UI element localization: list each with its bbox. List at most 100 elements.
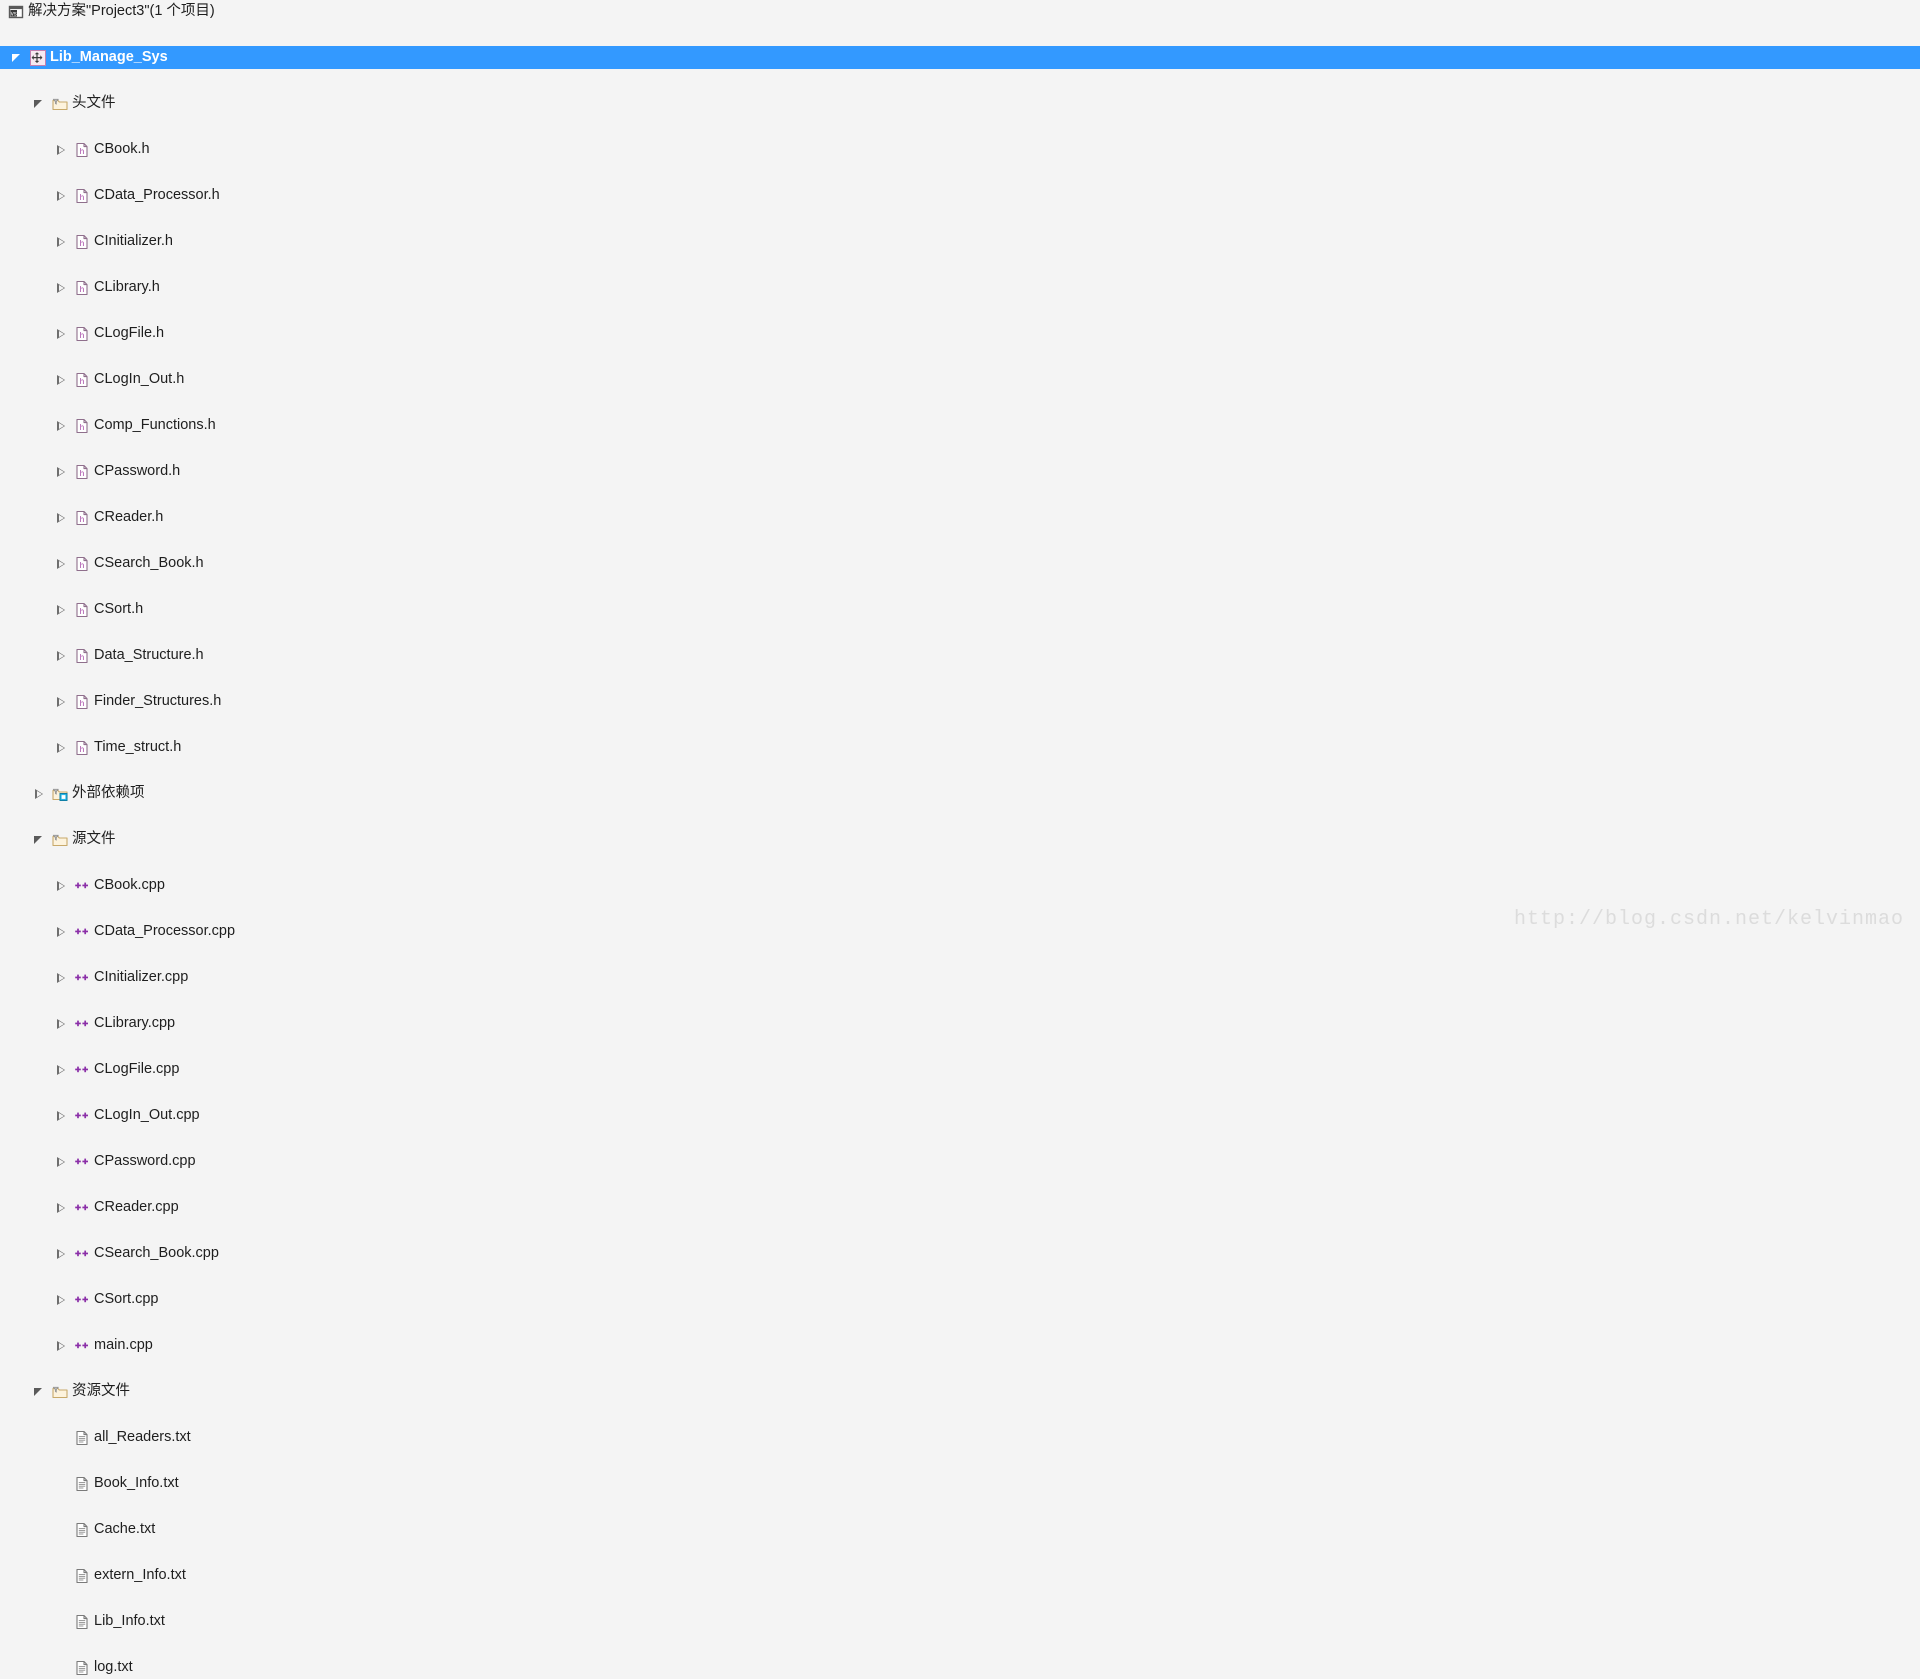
chevron-right-icon[interactable]	[54, 322, 70, 345]
chevron-down-icon[interactable]	[32, 92, 48, 115]
chevron-right-icon[interactable]	[54, 230, 70, 253]
tree-item[interactable]: 外部依赖项	[0, 782, 1920, 805]
chevron-down-icon[interactable]	[32, 828, 48, 851]
chevron-right-icon[interactable]	[54, 1104, 70, 1127]
chevron-right-icon[interactable]	[54, 874, 70, 897]
tree-item[interactable]: h CSearch_Book.h	[0, 552, 1920, 575]
chevron-right-icon[interactable]	[54, 1012, 70, 1035]
tree-item[interactable]: h CPassword.h	[0, 460, 1920, 483]
tree-item[interactable]: 源文件	[0, 828, 1920, 851]
chevron-right-icon[interactable]	[54, 1058, 70, 1081]
chevron-right-icon[interactable]	[54, 460, 70, 483]
tree-item[interactable]: Book_Info.txt	[0, 1472, 1920, 1495]
chevron-right-icon[interactable]	[54, 690, 70, 713]
tree-item[interactable]: vs 解决方案"Project3"(1 个项目)	[0, 0, 1920, 23]
tree-item-label: CInitializer.cpp	[94, 969, 189, 985]
tree-item[interactable]: 资源文件	[0, 1380, 1920, 1403]
tree-item-label: CLogIn_Out.h	[94, 371, 185, 387]
tree-item-label: CReader.h	[94, 509, 164, 525]
tree-item-label: all_Readers.txt	[94, 1429, 191, 1445]
chevron-right-icon[interactable]	[54, 966, 70, 989]
tree-item[interactable]: h Finder_Structures.h	[0, 690, 1920, 713]
tree-item-label: CSort.cpp	[94, 1291, 159, 1307]
tree-item-label: CBook.h	[94, 141, 150, 157]
cpp-file-icon	[74, 1200, 90, 1216]
solution-explorer-tree[interactable]: vs 解决方案"Project3"(1 个项目) Lib_Manage_Sys 头文件…	[0, 0, 1920, 1676]
tree-item-label: CSearch_Book.cpp	[94, 1245, 219, 1261]
chevron-right-icon[interactable]	[54, 552, 70, 575]
chevron-right-icon[interactable]	[54, 644, 70, 667]
svg-text:h: h	[80, 607, 84, 616]
chevron-right-icon[interactable]	[54, 1242, 70, 1265]
header-file-icon: h	[74, 372, 90, 388]
header-file-icon: h	[74, 648, 90, 664]
solution-icon: vs	[8, 4, 24, 20]
chevron-right-icon[interactable]	[54, 414, 70, 437]
chevron-right-icon[interactable]	[54, 1334, 70, 1357]
chevron-right-icon[interactable]	[54, 276, 70, 299]
tree-item-label: log.txt	[94, 1659, 133, 1675]
tree-item-label: Lib_Manage_Sys	[50, 49, 168, 65]
tree-item[interactable]: CLogFile.cpp	[0, 1058, 1920, 1081]
cpp-file-icon	[74, 970, 90, 986]
chevron-right-icon[interactable]	[54, 1196, 70, 1219]
tree-item[interactable]: h Data_Structure.h	[0, 644, 1920, 667]
tree-item-label: CReader.cpp	[94, 1199, 179, 1215]
tree-item[interactable]: CReader.cpp	[0, 1196, 1920, 1219]
tree-item[interactable]: all_Readers.txt	[0, 1426, 1920, 1449]
tree-item[interactable]: Lib_Manage_Sys	[0, 46, 1920, 69]
tree-item[interactable]: extern_Info.txt	[0, 1564, 1920, 1587]
svg-text:h: h	[80, 561, 84, 570]
svg-text:h: h	[80, 147, 84, 156]
chevron-right-icon[interactable]	[54, 1150, 70, 1173]
tree-item[interactable]: h CLogFile.h	[0, 322, 1920, 345]
tree-item[interactable]: h Time_struct.h	[0, 736, 1920, 759]
chevron-right-icon[interactable]	[54, 598, 70, 621]
header-file-icon: h	[74, 694, 90, 710]
chevron-right-icon[interactable]	[54, 920, 70, 943]
tree-item[interactable]: main.cpp	[0, 1334, 1920, 1357]
tree-item[interactable]: Cache.txt	[0, 1518, 1920, 1541]
tree-item[interactable]: 头文件	[0, 92, 1920, 115]
tree-item-label: 头文件	[72, 95, 116, 111]
tree-item[interactable]: h CBook.h	[0, 138, 1920, 161]
tree-item[interactable]: h CData_Processor.h	[0, 184, 1920, 207]
tree-item-label: 资源文件	[72, 1383, 130, 1399]
tree-item[interactable]: CLogIn_Out.cpp	[0, 1104, 1920, 1127]
tree-item[interactable]: h CInitializer.h	[0, 230, 1920, 253]
cpp-file-icon	[74, 1246, 90, 1262]
header-file-icon: h	[74, 326, 90, 342]
header-file-icon: h	[74, 510, 90, 526]
tree-item[interactable]: h CLibrary.h	[0, 276, 1920, 299]
tree-item[interactable]: CLibrary.cpp	[0, 1012, 1920, 1035]
chevron-right-icon[interactable]	[54, 736, 70, 759]
tree-item[interactable]: log.txt	[0, 1656, 1920, 1679]
tree-item[interactable]: h CLogIn_Out.h	[0, 368, 1920, 391]
chevron-right-icon[interactable]	[32, 782, 48, 805]
text-file-icon	[74, 1430, 90, 1446]
chevron-down-icon[interactable]	[32, 1380, 48, 1403]
tree-item[interactable]: CPassword.cpp	[0, 1150, 1920, 1173]
tree-item-label: CPassword.h	[94, 463, 181, 479]
tree-item[interactable]: h Comp_Functions.h	[0, 414, 1920, 437]
tree-item-label: CLogFile.h	[94, 325, 165, 341]
tree-item[interactable]: CInitializer.cpp	[0, 966, 1920, 989]
cpp-file-icon	[74, 924, 90, 940]
filter-folder-icon	[52, 1384, 68, 1400]
tree-item-label: Time_struct.h	[94, 739, 182, 755]
tree-item[interactable]: CSearch_Book.cpp	[0, 1242, 1920, 1265]
tree-item[interactable]: CBook.cpp	[0, 874, 1920, 897]
chevron-right-icon[interactable]	[54, 138, 70, 161]
chevron-right-icon[interactable]	[54, 1288, 70, 1311]
chevron-down-icon[interactable]	[10, 46, 26, 69]
chevron-right-icon[interactable]	[54, 506, 70, 529]
tree-item[interactable]: Lib_Info.txt	[0, 1610, 1920, 1633]
tree-item-label: main.cpp	[94, 1337, 153, 1353]
tree-item[interactable]: CSort.cpp	[0, 1288, 1920, 1311]
tree-item[interactable]: h CReader.h	[0, 506, 1920, 529]
chevron-right-icon[interactable]	[54, 368, 70, 391]
tree-item[interactable]: h CSort.h	[0, 598, 1920, 621]
chevron-right-icon[interactable]	[54, 184, 70, 207]
external-dependencies-icon	[52, 786, 68, 802]
header-file-icon: h	[74, 142, 90, 158]
